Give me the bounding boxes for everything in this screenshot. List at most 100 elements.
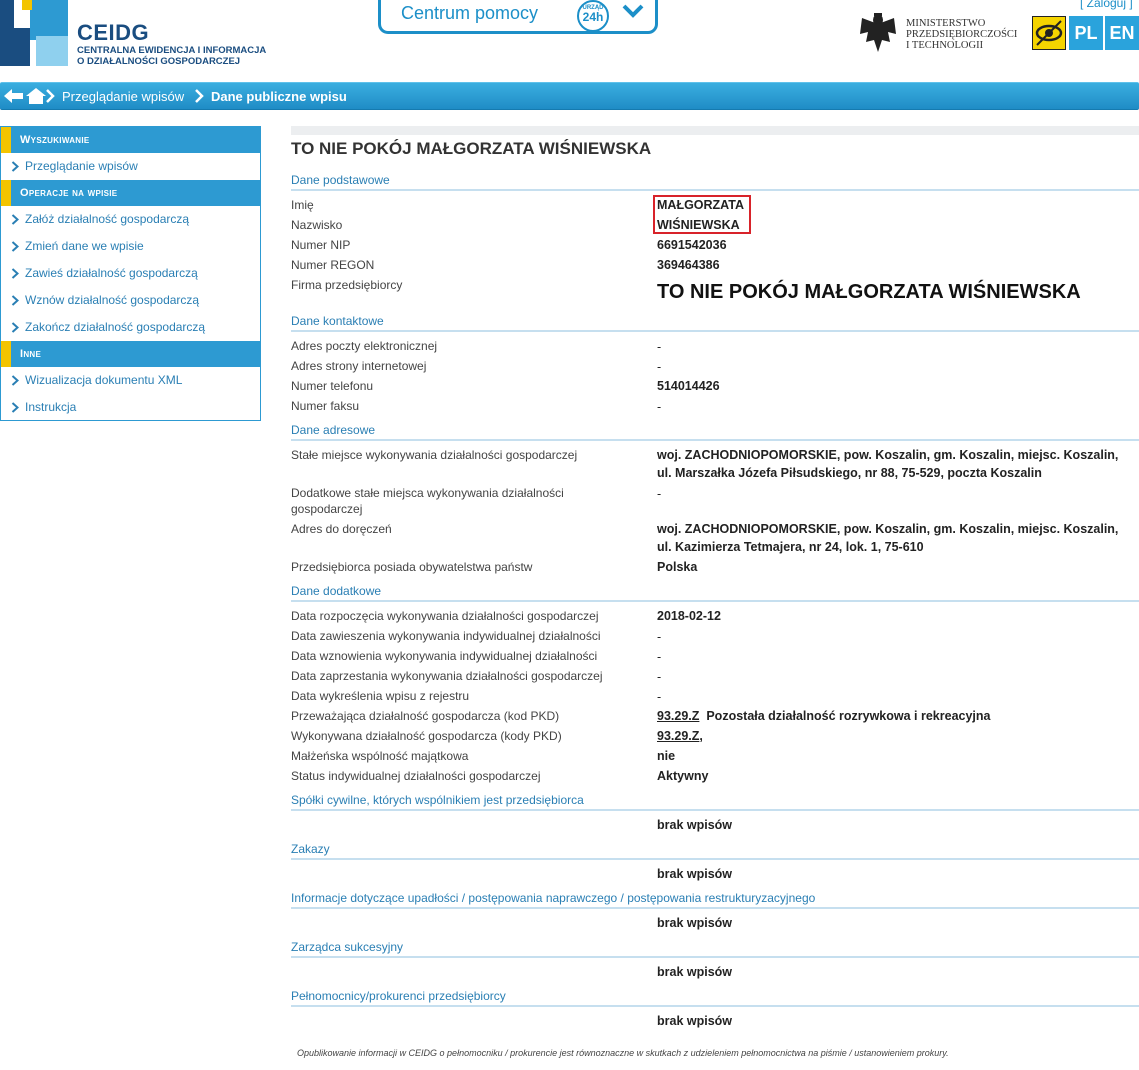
- value-successor-empty: brak wpisów: [657, 965, 733, 979]
- value-website: -: [657, 360, 662, 374]
- ministry-name: MINISTERSTWO PRZEDSIĘBIORCZOŚCI I TECHNO…: [906, 18, 1017, 51]
- value-company: TO NIE POKÓJ MAŁGORZATA WIŚNIEWSKA: [657, 281, 1081, 303]
- sidebar-item-label: Zakończ działalność gospodarczą: [25, 320, 206, 334]
- ministry-line: PRZEDSIĘBIORCZOŚCI: [906, 29, 1018, 40]
- pkd-main-code-link[interactable]: 93.29.Z: [657, 709, 699, 723]
- value-main-address-line1: woj. ZACHODNIOPOMORSKIE, pow. Koszalin, …: [657, 448, 1119, 462]
- section-bans-heading: Zakazy: [291, 842, 1139, 860]
- sidebar-item-register[interactable]: Załóż działalność gospodarczą: [1, 206, 260, 232]
- value-pkd-main: 93.29.Z Pozostała działalność rozrywkowa…: [657, 707, 991, 725]
- label-email: Adres poczty elektronicznej: [291, 339, 438, 353]
- value-additional-address: -: [657, 487, 662, 501]
- sidebar-item-label: Zawieś działalność gospodarczą: [25, 266, 198, 280]
- sidebar-item-change[interactable]: Zmień dane we wpisie: [1, 233, 260, 259]
- label-status: Status indywidualnej działalności gospod…: [291, 769, 541, 783]
- section-successor-heading: Zarządca sukcesyjny: [291, 940, 1139, 958]
- badge-main-text: 24h: [582, 10, 604, 24]
- sidebar-heading-operations: Operacje na wpisie: [1, 180, 260, 206]
- breadcrumb: Przeglądanie wpisów Dane publiczne wpisu: [0, 82, 1139, 110]
- label-pkd-all: Wykonywana działalność gospodarcza (kody…: [291, 729, 562, 743]
- section-contact-heading: Dane kontaktowe: [291, 314, 1139, 332]
- content-top-bar: [291, 126, 1139, 135]
- breadcrumb-current: Dane publiczne wpisu: [211, 89, 347, 104]
- label-company: Firma przedsiębiorcy: [291, 278, 403, 292]
- label-marital: Małżeńska wspólność majątkowa: [291, 749, 469, 763]
- lang-en-button[interactable]: EN: [1105, 16, 1139, 50]
- sidebar-item-manual[interactable]: Instrukcja: [1, 394, 260, 420]
- home-icon[interactable]: [25, 87, 47, 105]
- label-regon: Numer REGON: [291, 258, 375, 272]
- chevron-right-icon: [11, 214, 19, 225]
- label-removed-date: Data wykreślenia wpisu z rejestru: [291, 689, 470, 703]
- page-title: TO NIE POKÓJ MAŁGORZATA WIŚNIEWSKA: [291, 139, 652, 158]
- sidebar-item-label: Wznów działalność gospodarczą: [25, 293, 200, 307]
- label-pkd-main: Przeważająca działalność gospodarcza (ko…: [291, 709, 560, 723]
- value-delivery-address-line1: woj. ZACHODNIOPOMORSKIE, pow. Koszalin, …: [657, 522, 1119, 536]
- sidebar-item-suspend[interactable]: Zawieś działalność gospodarczą: [1, 260, 260, 286]
- label-start-date: Data rozpoczęcia wykonywania działalnośc…: [291, 609, 599, 623]
- ceidg-logo-icon[interactable]: [0, 0, 68, 66]
- ministry-line: I TECHNOLOGII: [906, 40, 984, 51]
- chevron-right-icon: [11, 241, 19, 252]
- value-bans-empty: brak wpisów: [657, 867, 733, 881]
- label-citizenship: Przedsiębiorca posiada obywatelstwa pańs…: [291, 560, 533, 574]
- value-status: Aktywny: [657, 769, 709, 783]
- sidebar-item-close[interactable]: Zakończ działalność gospodarczą: [1, 314, 260, 340]
- label-resume-date: Data wznowienia wykonywania indywidualne…: [291, 649, 598, 663]
- help-center-label: Centrum pomocy: [401, 3, 539, 23]
- sidebar-heading-other: Inne: [1, 341, 260, 367]
- ministry-line: MINISTERSTWO: [906, 18, 986, 29]
- label-website: Adres strony internetowej: [291, 359, 427, 373]
- label-delivery-address: Adres do doręczeń: [291, 522, 392, 536]
- value-marital: nie: [657, 749, 676, 763]
- label-stop-date: Data zaprzestania wykonywania działalnoś…: [291, 669, 603, 683]
- chevron-right-icon: [11, 322, 19, 333]
- label-fax: Numer faksu: [291, 399, 360, 413]
- sidebar-item-label: Załóż działalność gospodarczą: [25, 212, 190, 226]
- sidebar-item-label: Instrukcja: [25, 400, 77, 414]
- chevron-right-icon: [11, 402, 19, 413]
- sidebar-item-label: Wizualizacja dokumentu XML: [25, 373, 183, 387]
- eagle-emblem-icon: [860, 13, 896, 52]
- page-header: CEIDG CENTRALNA EWIDENCJA I INFORMACJA O…: [0, 0, 1139, 78]
- chevron-right-icon: [195, 89, 204, 103]
- section-address-heading: Dane adresowe: [291, 423, 1139, 441]
- value-bankruptcy-empty: brak wpisów: [657, 916, 733, 930]
- value-delivery-address-line2: ul. Kazimierza Tetmajera, nr 24, lok. 1,…: [657, 540, 924, 554]
- logo-title: CEIDG: [77, 20, 150, 45]
- pkd-separator: ,: [699, 729, 703, 743]
- label-main-address: Stałe miejsce wykonywania działalności g…: [291, 448, 578, 462]
- back-arrow-icon[interactable]: [4, 88, 24, 104]
- sidebar-heading-search: Wyszukiwanie: [1, 127, 260, 153]
- value-partnerships-empty: brak wpisów: [657, 818, 733, 832]
- chevron-right-icon: [11, 161, 19, 172]
- section-extra-heading: Dane dodatkowe: [291, 584, 1139, 602]
- label-nip: Numer NIP: [291, 238, 351, 252]
- value-pkd-all: 93.29.Z,: [657, 727, 703, 745]
- value-main-address-line2: ul. Marszałka Józefa Piłsudskiego, nr 88…: [657, 466, 1042, 480]
- pkd-code-link[interactable]: 93.29.Z: [657, 729, 699, 743]
- value-start-date: 2018-02-12: [657, 609, 721, 623]
- sidebar-item-resume[interactable]: Wznów działalność gospodarczą: [1, 287, 260, 313]
- value-phone: 514014426: [657, 379, 720, 393]
- value-removed-date: -: [657, 690, 662, 704]
- eye-accessibility-icon[interactable]: [1032, 16, 1066, 50]
- chevron-right-icon: [11, 295, 19, 306]
- label-additional-address: Dodatkowe stałe miejsca wykonywania dzia…: [291, 486, 564, 500]
- section-bankruptcy-heading: Informacje dotyczące upadłości / postępo…: [291, 891, 1139, 909]
- label-additional-address: gospodarczej: [291, 502, 363, 516]
- breadcrumb-browse-link[interactable]: Przeglądanie wpisów: [62, 89, 184, 104]
- sidebar-item-label: Zmień dane we wpisie: [25, 239, 144, 253]
- logo-subtitle: CENTRALNA EWIDENCJA I INFORMACJA: [77, 45, 267, 56]
- login-link[interactable]: [ Zaloguj ]: [1080, 0, 1133, 10]
- sidebar-item-label: Przeglądanie wpisów: [25, 159, 138, 173]
- help-center-button[interactable]: Centrum pomocy URZĄD 24h: [378, 0, 658, 34]
- value-proxies-empty: brak wpisów: [657, 1014, 733, 1028]
- sidebar-item-xml[interactable]: Wizualizacja dokumentu XML: [1, 367, 260, 393]
- chevron-down-icon[interactable]: [621, 1, 645, 21]
- lang-pl-button[interactable]: PL: [1069, 16, 1103, 50]
- value-fax: -: [657, 400, 662, 414]
- proxy-footnote: Opublikowanie informacji w CEIDG o pełno…: [297, 1048, 949, 1058]
- label-phone: Numer telefonu: [291, 379, 374, 393]
- sidebar-item-browse[interactable]: Przeglądanie wpisów: [1, 153, 260, 179]
